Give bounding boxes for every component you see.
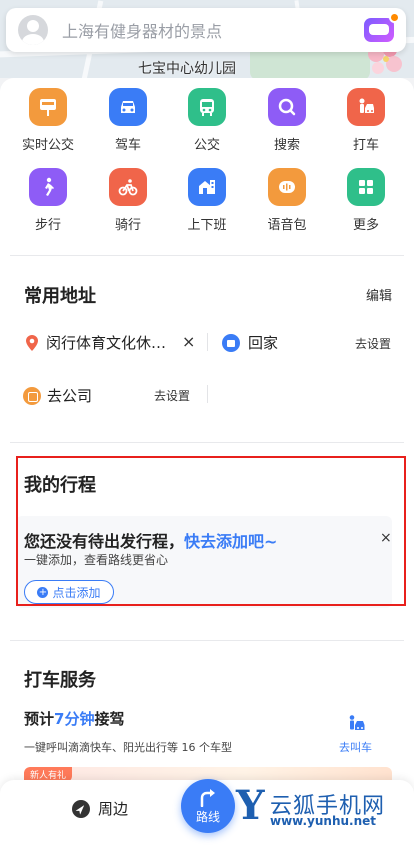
grid-item-bike[interactable]: 骑行	[88, 168, 168, 233]
edit-address-link[interactable]: 编辑	[366, 285, 392, 304]
route-turn-icon	[200, 789, 215, 807]
bus-icon	[188, 88, 226, 126]
nav-nearby[interactable]: 周边	[72, 798, 128, 819]
separator	[207, 385, 208, 403]
grid-item-walk[interactable]: 步行	[8, 168, 88, 233]
route-button[interactable]: 路线	[181, 779, 235, 833]
watermark-letter: Y	[236, 782, 265, 829]
home-icon	[222, 333, 240, 352]
search-bar[interactable]: 上海有健身器材的景点	[6, 8, 406, 52]
divider	[10, 442, 404, 443]
notification-dot	[389, 12, 400, 23]
compass-icon	[72, 799, 90, 818]
grid-item-drive[interactable]: 驾车	[88, 88, 168, 153]
taxi-icon[interactable]	[346, 714, 366, 734]
grid-label: 上下班	[187, 218, 227, 233]
office-address-label: 去公司	[47, 387, 93, 405]
grid-label: 骑行	[114, 218, 141, 233]
recent-address-item[interactable]: 闵行体育文化休…	[26, 332, 166, 353]
briefcase-icon	[23, 386, 41, 405]
remove-address-button[interactable]: ×	[182, 332, 195, 351]
grid-label: 搜索	[273, 138, 300, 153]
taxi-eta-prefix: 预计	[24, 710, 55, 728]
home-address-item[interactable]: 回家	[222, 332, 278, 353]
bus-stop-icon	[29, 88, 67, 126]
map-place-label: 七宝中心幼儿园	[138, 61, 236, 77]
set-home-link[interactable]: 去设置	[355, 335, 391, 352]
taxi-eta-suffix: 接驾	[94, 710, 125, 728]
more-icon	[347, 168, 385, 206]
set-office-link[interactable]: 去设置	[154, 387, 190, 404]
assistant-robot-icon[interactable]	[364, 12, 400, 42]
search-input[interactable]: 上海有健身器材的景点	[62, 18, 364, 42]
grid-item-taxi[interactable]: 打车	[326, 88, 406, 153]
recent-address-label: 闵行体育文化休…	[46, 334, 167, 352]
taxi-service-title: 打车服务	[24, 670, 96, 691]
avatar[interactable]	[18, 15, 48, 45]
watermark-url: www.yunhu.net	[270, 814, 377, 828]
grid-item-search[interactable]: 搜索	[247, 88, 327, 153]
grid-item-more[interactable]: 更多	[326, 168, 406, 233]
grid-label: 公交	[193, 138, 220, 153]
highlight-box	[16, 456, 406, 606]
office-address-item[interactable]: 去公司	[23, 385, 92, 406]
grid-label: 更多	[352, 218, 379, 233]
common-address-title: 常用地址	[24, 286, 96, 307]
grid-item-realtime-bus[interactable]: 实时公交	[8, 88, 88, 153]
taxi-icon	[347, 88, 385, 126]
bike-icon	[109, 168, 147, 206]
grid-item-voice-pack[interactable]: 语音包	[247, 168, 327, 233]
grid-label: 驾车	[114, 138, 141, 153]
search-icon	[268, 88, 306, 126]
grid-item-commute[interactable]: 上下班	[167, 168, 247, 233]
separator	[207, 333, 208, 351]
route-label: 路线	[195, 810, 220, 824]
grid-label: 实时公交	[21, 138, 74, 153]
walk-icon	[29, 168, 67, 206]
nav-nearby-label: 周边	[98, 800, 129, 818]
watermark-logo: Y 云狐手机网 www.yunhu.net	[236, 786, 412, 832]
divider	[10, 640, 404, 641]
divider	[10, 255, 404, 256]
location-pin-icon	[26, 334, 38, 351]
taxi-description: 一键呼叫滴滴快车、阳光出行等 16 个车型	[24, 741, 232, 754]
grid-item-transit[interactable]: 公交	[167, 88, 247, 153]
call-taxi-link[interactable]: 去叫车	[339, 739, 372, 755]
voice-icon	[268, 168, 306, 206]
commute-icon	[188, 168, 226, 206]
grid-label: 语音包	[267, 218, 307, 233]
home-address-label: 回家	[248, 334, 279, 352]
grid-label: 步行	[34, 218, 61, 233]
grid-label: 打车	[352, 138, 379, 153]
car-icon	[109, 88, 147, 126]
taxi-eta-value: 7分钟	[54, 710, 95, 728]
taxi-eta: 预计7分钟接驾	[24, 708, 124, 729]
